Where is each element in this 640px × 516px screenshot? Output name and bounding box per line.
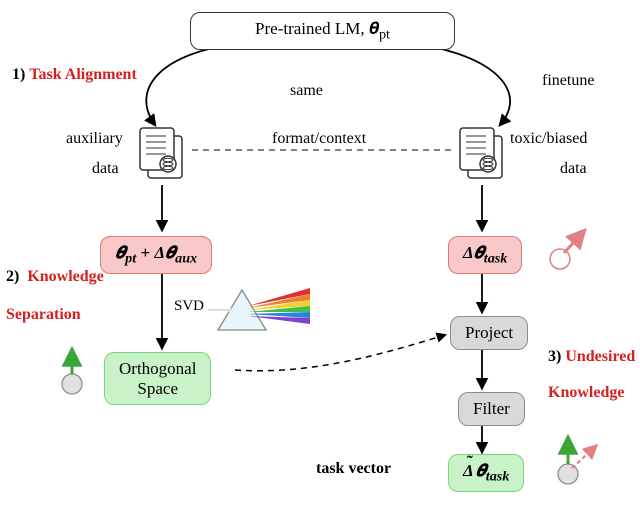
delta-theta-aux-sub: aux [175,250,197,266]
theta-aux-box: 𝜽pt + Δ𝜽aux [100,236,212,274]
ortho-l2: Space [119,379,196,399]
step2-l1: Knowledge [27,268,103,285]
delta-theta-task-text: Δ𝜽task [463,243,507,262]
step3-l1: Undesired [565,348,635,365]
final-delta-sub: task [486,468,510,484]
step1: 1) Task Alignment [12,66,137,84]
pretrained-lm-text: Pre-trained LM, 𝜽pt [255,19,390,38]
delta-theta-task-sub: task [484,250,508,266]
aux-data-l1: auxiliary [66,130,123,148]
pretrained-lm-main: Pre-trained LM, 𝜽 [255,19,379,38]
delta-theta-aux: + Δ𝜽 [136,243,175,262]
ortho-l1: Orthogonal [119,359,196,379]
tox-data-l1: toxic/biased [510,130,587,148]
filter-box: Filter [458,392,525,426]
theta-aux-text: 𝜽pt + Δ𝜽aux [115,243,197,262]
theta-pt: 𝜽 [115,243,125,262]
same-label: same [290,82,323,100]
step2: 2) Knowledge [6,268,104,286]
task-vector-label: task vector [316,460,391,478]
delta-theta-task: Δ𝜽 [463,243,484,262]
pretrained-lm-sub: pt [379,26,390,42]
step2-num: 2) [6,268,19,285]
orthogonal-space-box: Orthogonal Space [104,352,211,405]
theta-pt-sub: pt [125,250,136,266]
final-delta-box: Δ˜𝜽task [448,454,524,492]
aux-data-l2: data [92,160,119,178]
final-delta-text: Δ˜𝜽task [463,461,509,480]
step3-num: 3) [548,348,561,365]
delta-theta-task-box: Δ𝜽task [448,236,522,274]
finetune-label: finetune [542,72,594,90]
tox-data-l2: data [560,160,587,178]
step1-num: 1) [12,66,25,83]
project-box: Project [450,316,528,350]
step3-l2: Knowledge [548,384,624,402]
step2-l2: Separation [6,306,81,324]
pretrained-lm-box: Pre-trained LM, 𝜽pt [190,12,455,50]
step1-label: Task Alignment [29,66,136,83]
step3: 3) Undesired [548,348,635,366]
format-context: format/context [272,130,366,148]
svd-label: SVD [174,298,204,315]
